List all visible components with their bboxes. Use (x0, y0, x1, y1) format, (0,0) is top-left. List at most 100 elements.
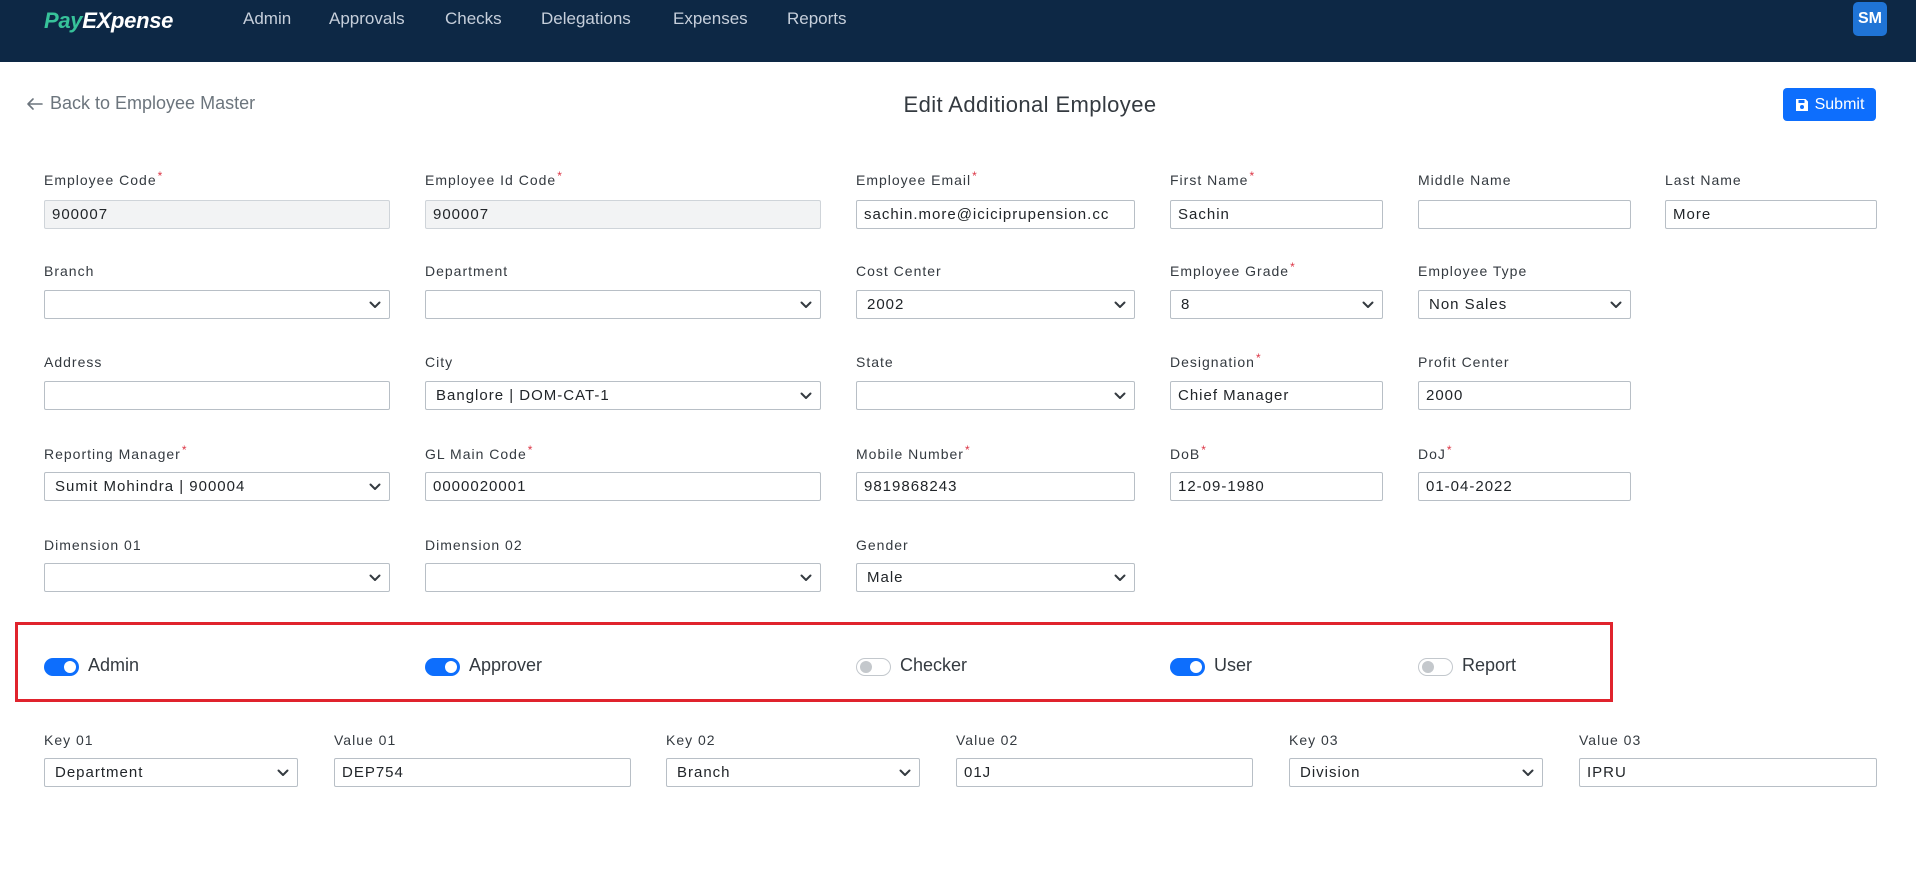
nav-checks[interactable]: Checks (445, 9, 502, 29)
chevron-down-icon (800, 300, 812, 310)
chevron-down-icon (899, 768, 911, 778)
designation-label: Designation* (1170, 351, 1262, 370)
dimension-02-select[interactable] (425, 563, 821, 592)
logo-expense-text: EXpense (82, 8, 174, 33)
last-name-label: Last Name (1665, 172, 1742, 188)
chevron-down-icon (800, 391, 812, 401)
reporting-manager-select-value: Sumit Mohindra | 900004 (55, 478, 246, 495)
address-input[interactable] (44, 381, 390, 410)
approver-role-toggle[interactable] (425, 658, 460, 676)
roles-highlight-box (15, 622, 1613, 702)
cost-center-label: Cost Center (856, 263, 942, 279)
gl-main-code-input[interactable]: 0000020001 (425, 472, 821, 501)
cost-center-select[interactable]: 2002 (856, 290, 1135, 319)
key-03-label: Key 03 (1289, 732, 1339, 748)
designation-input[interactable]: Chief Manager (1170, 381, 1383, 410)
employee-code-label: Employee Code* (44, 169, 164, 188)
payexpense-logo[interactable]: PayEXpense (44, 8, 173, 34)
dob-label: DoB* (1170, 443, 1207, 462)
employee-id-code-input[interactable]: 900007 (425, 200, 821, 229)
gender-select[interactable]: Male (856, 563, 1135, 592)
employee-id-code-label: Employee Id Code* (425, 169, 563, 188)
employee-code-input[interactable]: 900007 (44, 200, 390, 229)
required-marker: * (157, 169, 164, 183)
value-03-label: Value 03 (1579, 732, 1642, 748)
dob-input[interactable]: 12-09-1980 (1170, 472, 1383, 501)
city-select[interactable]: Banglore | DOM-CAT-1 (425, 381, 821, 410)
toggle-knob (1190, 661, 1202, 673)
required-marker: * (1290, 260, 1296, 274)
last-name-input[interactable]: More (1665, 200, 1877, 229)
checker-role-label: Checker (900, 655, 968, 675)
toggle-knob (445, 661, 457, 673)
key-03-select[interactable]: Division (1289, 758, 1543, 787)
employee-grade-select-value: 8 (1181, 296, 1191, 313)
key-01-select[interactable]: Department (44, 758, 298, 787)
chevron-down-icon (1610, 300, 1622, 310)
gl-main-code-label: GL Main Code* (425, 443, 534, 462)
state-select[interactable] (856, 381, 1135, 410)
key-01-select-value: Department (55, 764, 144, 781)
gender-label: Gender (856, 537, 909, 553)
required-marker: * (1249, 169, 1256, 183)
checker-role-toggle[interactable] (856, 658, 891, 676)
employee-email-input[interactable]: sachin.more@iciciprupension.cc (856, 200, 1135, 229)
toggle-knob (1422, 661, 1434, 673)
nav-expenses[interactable]: Expenses (673, 9, 748, 29)
city-select-value: Banglore | DOM-CAT-1 (436, 387, 610, 404)
mobile-number-input[interactable]: 9819868243 (856, 472, 1135, 501)
chevron-down-icon (1114, 300, 1126, 310)
required-marker: * (557, 169, 563, 183)
department-select[interactable] (425, 290, 821, 319)
required-marker: * (964, 443, 971, 457)
doj-input[interactable]: 01-04-2022 (1418, 472, 1631, 501)
report-role-toggle[interactable] (1418, 658, 1453, 676)
required-marker: * (181, 443, 188, 457)
employee-grade-label: Employee Grade* (1170, 260, 1296, 279)
user-role-label: User (1214, 655, 1253, 675)
branch-label: Branch (44, 263, 95, 279)
chevron-down-icon (277, 768, 289, 778)
middle-name-input[interactable] (1418, 200, 1631, 229)
employee-grade-select[interactable]: 8 (1170, 290, 1383, 319)
dimension-01-select[interactable] (44, 563, 390, 592)
first-name-input[interactable]: Sachin (1170, 200, 1383, 229)
nav-admin[interactable]: Admin (243, 9, 291, 29)
submit-label: Submit (1814, 95, 1865, 113)
address-label: Address (44, 354, 103, 370)
chevron-down-icon (800, 573, 812, 583)
submit-button[interactable]: Submit (1783, 88, 1876, 121)
key-03-select-value: Division (1300, 764, 1361, 781)
admin-role-toggle[interactable] (44, 658, 79, 676)
value-02-input[interactable]: 01J (956, 758, 1253, 787)
top-navbar: PayEXpense Admin Approvals Checks Delega… (0, 0, 1916, 62)
employee-type-label: Employee Type (1418, 263, 1528, 279)
first-name-label: First Name* (1170, 169, 1256, 188)
value-03-input[interactable]: IPRU (1579, 758, 1877, 787)
value-01-input[interactable]: DEP754 (334, 758, 631, 787)
page-title: Edit Additional Employee (903, 92, 1157, 117)
chevron-down-icon (369, 573, 381, 583)
profit-center-input[interactable]: 2000 (1418, 381, 1631, 410)
middle-name-label: Middle Name (1418, 172, 1512, 188)
dimension-01-label: Dimension 01 (44, 537, 142, 553)
key-02-select[interactable]: Branch (666, 758, 920, 787)
chevron-down-icon (1114, 391, 1126, 401)
report-role-label: Report (1462, 655, 1517, 675)
nav-delegations[interactable]: Delegations (541, 9, 631, 29)
nav-approvals[interactable]: Approvals (329, 9, 405, 29)
reporting-manager-select[interactable]: Sumit Mohindra | 900004 (44, 472, 390, 501)
employee-type-select[interactable]: Non Sales (1418, 290, 1631, 319)
value-01-label: Value 01 (334, 732, 397, 748)
profit-center-label: Profit Center (1418, 354, 1510, 370)
chevron-down-icon (1114, 573, 1126, 583)
admin-role-label: Admin (88, 655, 140, 675)
doj-label: DoJ* (1418, 443, 1453, 462)
user-avatar[interactable]: SM (1853, 2, 1887, 36)
branch-select[interactable] (44, 290, 390, 319)
key-01-label: Key 01 (44, 732, 94, 748)
value-02-label: Value 02 (956, 732, 1019, 748)
user-role-toggle[interactable] (1170, 658, 1205, 676)
mobile-number-label: Mobile Number* (856, 443, 971, 462)
nav-reports[interactable]: Reports (787, 9, 847, 29)
